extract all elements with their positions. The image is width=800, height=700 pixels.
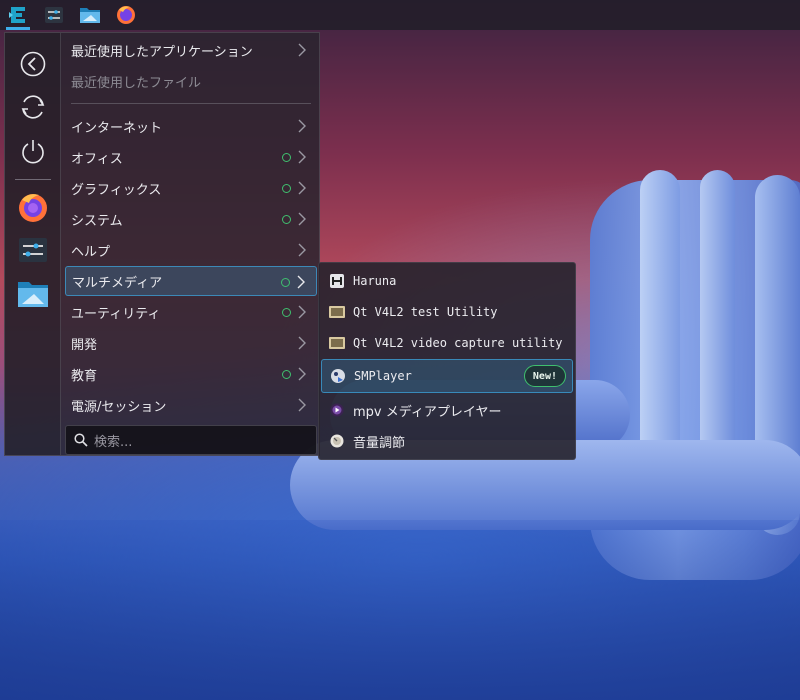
app-smplayer[interactable]: SMPlayer New! — [321, 359, 573, 393]
recent-files-label: 最近使用したファイル — [71, 75, 202, 91]
new-app-indicator — [282, 308, 291, 317]
category-graphics[interactable]: グラフィックス — [65, 173, 317, 203]
new-app-indicator — [281, 278, 290, 287]
app-label: Qt V4L2 video capture utility — [353, 336, 563, 350]
category-label: ユーティリティ — [71, 306, 161, 322]
recent-files[interactable]: 最近使用したファイル — [65, 66, 317, 96]
chevron-right-icon — [298, 305, 306, 319]
qv4l2-icon — [329, 304, 345, 320]
power-button[interactable] — [15, 133, 51, 169]
chevron-right-icon — [298, 119, 306, 133]
back-icon — [20, 51, 46, 77]
category-internet[interactable]: インターネット — [65, 111, 317, 141]
firefox-button[interactable] — [108, 0, 144, 30]
top-panel — [0, 0, 800, 30]
settings-button[interactable] — [36, 0, 72, 30]
category-label: 教育 — [71, 368, 98, 384]
category-help[interactable]: ヘルプ — [65, 235, 317, 265]
chevron-right-icon — [298, 367, 306, 381]
favorite-firefox[interactable] — [15, 189, 51, 225]
app-label: Haruna — [353, 274, 397, 288]
new-app-indicator — [282, 215, 291, 224]
file-manager-icon — [18, 282, 48, 307]
application-menu: 最近使用したアプリケーション 最近使用したファイル インターネット オフィス グ… — [4, 32, 320, 456]
wallpaper-floor — [0, 520, 800, 700]
power-icon — [22, 140, 44, 164]
restart-button[interactable] — [15, 89, 51, 125]
favorites-column — [5, 33, 61, 455]
chevron-right-icon — [298, 43, 306, 57]
app-qv4l2[interactable]: Qt V4L2 test Utility — [321, 297, 573, 327]
category-development[interactable]: 開発 — [65, 328, 317, 358]
app-label: Qt V4L2 test Utility — [353, 305, 498, 319]
new-app-indicator — [282, 370, 291, 379]
new-badge: New! — [523, 365, 566, 387]
app-label: SMPlayer — [354, 369, 412, 383]
chevron-right-icon — [298, 150, 306, 164]
settings-icon — [19, 238, 47, 262]
firefox-icon — [117, 6, 135, 24]
volume-control-icon — [329, 433, 345, 449]
app-label: 音量調節 — [353, 435, 406, 451]
chevron-right-icon — [298, 336, 306, 350]
menu-separator — [71, 103, 311, 104]
favorite-settings[interactable] — [15, 232, 51, 268]
back-button[interactable] — [15, 46, 51, 82]
new-app-indicator — [282, 153, 291, 162]
recent-applications-label: 最近使用したアプリケーション — [71, 44, 253, 60]
restart-icon — [21, 95, 45, 119]
category-power-session[interactable]: 電源/セッション — [65, 390, 317, 420]
category-utilities[interactable]: ユーティリティ — [65, 297, 317, 327]
mpv-icon — [329, 402, 345, 418]
application-launcher-button[interactable] — [0, 0, 36, 30]
search-placeholder: 検索... — [94, 434, 133, 450]
app-mpv[interactable]: mpv メディアプレイヤー — [321, 395, 573, 425]
chevron-right-icon — [298, 181, 306, 195]
new-app-indicator — [282, 184, 291, 193]
category-label: 電源/セッション — [71, 399, 167, 415]
chevron-right-icon — [297, 275, 305, 289]
search-input[interactable]: 検索... — [65, 425, 317, 455]
category-system[interactable]: システム — [65, 204, 317, 234]
category-label: システム — [71, 213, 123, 229]
category-label: 開発 — [71, 337, 98, 353]
category-education[interactable]: 教育 — [65, 359, 317, 389]
category-multimedia[interactable]: マルチメディア — [65, 266, 317, 296]
qvidcap-icon — [329, 335, 345, 351]
category-label: マルチメディア — [72, 275, 163, 291]
recent-applications[interactable]: 最近使用したアプリケーション — [65, 35, 317, 65]
search-icon — [74, 433, 88, 447]
app-label: mpv メディアプレイヤー — [353, 404, 502, 420]
smplayer-icon — [330, 368, 346, 384]
category-label: ヘルプ — [71, 244, 111, 260]
application-launcher-icon — [9, 7, 25, 23]
app-volume-control[interactable]: 音量調節 — [321, 426, 573, 456]
favorites-separator — [15, 179, 51, 180]
category-label: インターネット — [71, 120, 163, 136]
app-qvidcap[interactable]: Qt V4L2 video capture utility — [321, 328, 573, 358]
favorite-file-manager[interactable] — [15, 276, 51, 312]
chevron-right-icon — [298, 243, 306, 257]
chevron-right-icon — [298, 398, 306, 412]
settings-icon — [45, 7, 63, 23]
haruna-icon — [329, 273, 345, 289]
category-label: オフィス — [71, 151, 123, 167]
firefox-icon — [19, 194, 47, 222]
category-label: グラフィックス — [71, 182, 162, 198]
app-haruna[interactable]: Haruna — [321, 266, 573, 296]
multimedia-submenu: Haruna Qt V4L2 test Utility Qt V4L2 vide… — [318, 262, 576, 460]
file-manager-button[interactable] — [72, 0, 108, 30]
file-manager-icon — [80, 8, 100, 23]
category-office[interactable]: オフィス — [65, 142, 317, 172]
chevron-right-icon — [298, 212, 306, 226]
